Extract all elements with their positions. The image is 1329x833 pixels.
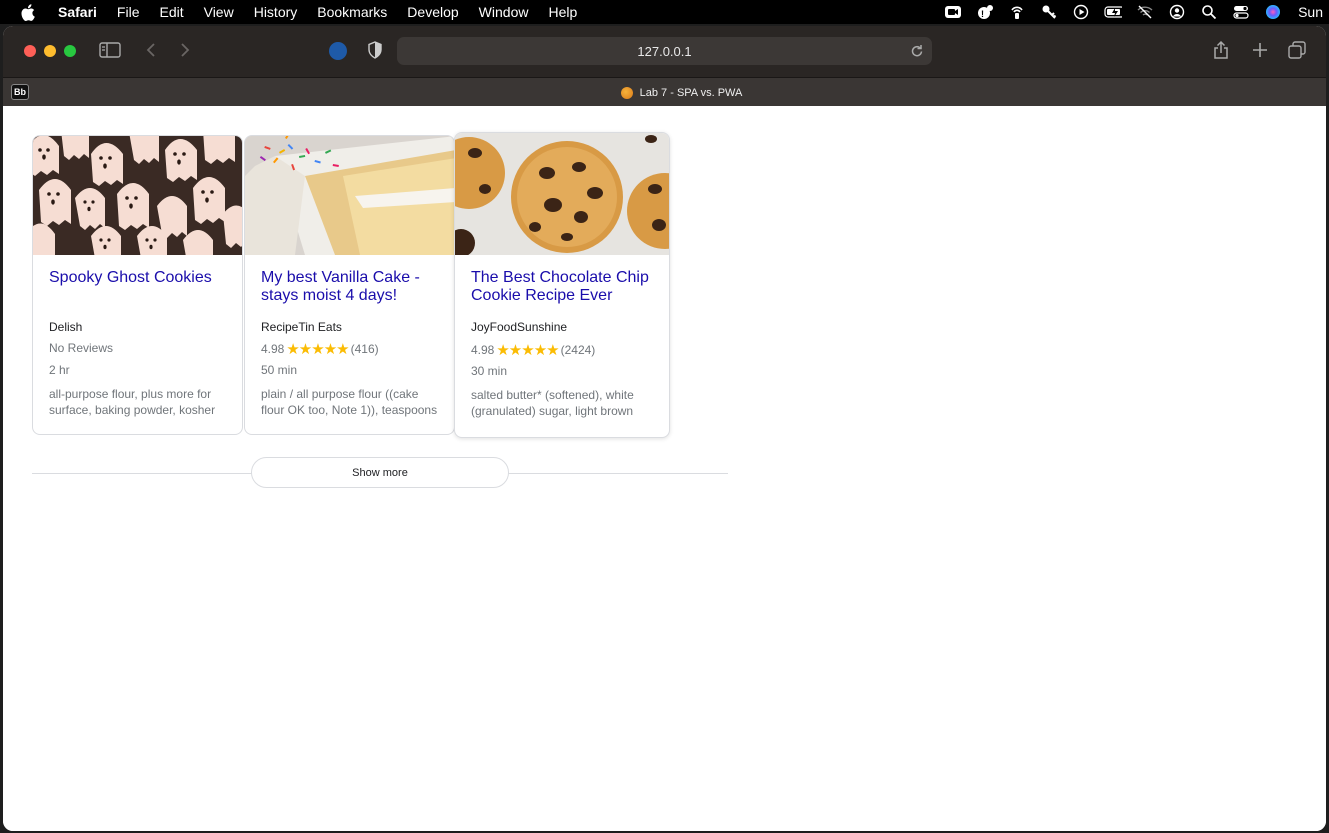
- browser-window: 127.0.0.1 Bb Lab 7 - SPA vs. PWA Spooky …: [3, 26, 1326, 831]
- tab-favicon-icon: [620, 86, 633, 99]
- menu-bookmarks[interactable]: Bookmarks: [317, 4, 387, 20]
- key-icon[interactable]: [1040, 4, 1058, 20]
- recipe-card[interactable]: The Best Chocolate Chip Cookie Recipe Ev…: [454, 132, 670, 438]
- zoom-icon[interactable]: [944, 4, 962, 20]
- recipe-time: 30 min: [471, 364, 508, 378]
- recipe-ingredients: salted butter* (softened), white (granul…: [471, 388, 634, 418]
- pinned-tab[interactable]: Bb: [11, 84, 29, 100]
- menu-bar-clock[interactable]: Sun: [1298, 4, 1323, 20]
- play-icon[interactable]: [1072, 4, 1090, 20]
- recipe-card[interactable]: Spooky Ghost Cookies Delish No Reviews 2…: [32, 135, 243, 435]
- tab-overview-icon[interactable]: [1288, 41, 1306, 59]
- recipe-card[interactable]: My best Vanilla Cake - stays moist 4 day…: [244, 135, 455, 435]
- star-rating-icon: ★★★★★: [286, 341, 349, 358]
- recipe-source: RecipeTin Eats: [261, 320, 342, 334]
- menu-bar-status-area: ! Sun: [944, 0, 1329, 24]
- review-count: (2424): [560, 343, 596, 357]
- control-center-icon[interactable]: [1232, 4, 1250, 20]
- sidebar-toggle-icon[interactable]: [99, 42, 121, 58]
- menu-window[interactable]: Window: [479, 4, 529, 20]
- svg-text:!: !: [981, 9, 984, 19]
- share-icon[interactable]: [1213, 40, 1229, 60]
- menu-view[interactable]: View: [204, 4, 234, 20]
- recipe-ingredients: all-purpose flour, plus more for surface…: [49, 387, 216, 417]
- menu-develop[interactable]: Develop: [407, 4, 458, 20]
- forward-icon[interactable]: [179, 42, 191, 58]
- address-bar[interactable]: 127.0.0.1: [397, 37, 932, 65]
- search-icon[interactable]: [1200, 4, 1218, 20]
- recipe-title[interactable]: My best Vanilla Cake - stays moist 4 day…: [261, 269, 442, 305]
- close-window-button[interactable]: [24, 45, 36, 57]
- rating-value: 4.98: [471, 343, 495, 357]
- browser-toolbar: 127.0.0.1: [3, 26, 1326, 77]
- user-icon[interactable]: [1168, 4, 1186, 20]
- show-more-button[interactable]: Show more: [251, 457, 509, 488]
- recipe-rating: No Reviews: [49, 341, 113, 355]
- recipe-rating: 4.98 ★★★★★ (2424): [471, 341, 595, 359]
- privacy-shield-icon[interactable]: [367, 41, 383, 59]
- battery-icon[interactable]: [1104, 4, 1123, 20]
- recipe-rating: 4.98 ★★★★★ (416): [261, 340, 379, 358]
- active-tab[interactable]: Lab 7 - SPA vs. PWA: [37, 78, 1326, 107]
- extension-icon[interactable]: [328, 41, 348, 61]
- recipe-source: Delish: [49, 320, 83, 334]
- back-icon[interactable]: [145, 42, 157, 58]
- wifi-off-icon[interactable]: [1136, 4, 1154, 20]
- recipe-time: 50 min: [261, 363, 298, 377]
- rating-value: 4.98: [261, 342, 285, 356]
- siri-icon[interactable]: [1264, 4, 1282, 20]
- menu-bar: Safari File Edit View History Bookmarks …: [0, 0, 1329, 24]
- recipe-title[interactable]: The Best Chocolate Chip Cookie Recipe Ev…: [471, 269, 657, 305]
- recipe-image-chocolate-chip-cookies: [455, 133, 669, 255]
- active-tab-title: Lab 7 - SPA vs. PWA: [639, 86, 743, 99]
- menu-history[interactable]: History: [254, 4, 298, 20]
- fullscreen-window-button[interactable]: [64, 45, 76, 57]
- menu-help[interactable]: Help: [548, 4, 577, 20]
- review-count: (416): [350, 342, 379, 356]
- menu-edit[interactable]: Edit: [159, 4, 183, 20]
- address-text: 127.0.0.1: [637, 43, 692, 59]
- menu-app-name[interactable]: Safari: [58, 4, 97, 20]
- recipe-title[interactable]: Spooky Ghost Cookies: [49, 269, 230, 287]
- page-content: Spooky Ghost Cookies Delish No Reviews 2…: [3, 106, 1326, 831]
- minimize-window-button[interactable]: [44, 45, 56, 57]
- reload-icon[interactable]: [910, 43, 924, 62]
- hotspot-icon[interactable]: [1008, 4, 1026, 20]
- new-tab-icon[interactable]: [1252, 42, 1268, 58]
- recipe-time: 2 hr: [49, 363, 70, 377]
- recipe-source: JoyFoodSunshine: [471, 320, 568, 334]
- notification-app-icon[interactable]: !: [976, 4, 994, 20]
- star-rating-icon: ★★★★★: [496, 342, 559, 359]
- recipe-ingredients: plain / all purpose flour ((cake flour O…: [261, 387, 438, 417]
- no-reviews-label: No Reviews: [49, 341, 114, 355]
- recipe-image-vanilla-cake: [245, 136, 454, 255]
- recipe-image-ghost-cookies: [33, 136, 242, 255]
- menu-file[interactable]: File: [117, 4, 140, 20]
- apple-menu-icon[interactable]: [20, 3, 38, 21]
- tab-bar: Bb Lab 7 - SPA vs. PWA: [3, 77, 1326, 106]
